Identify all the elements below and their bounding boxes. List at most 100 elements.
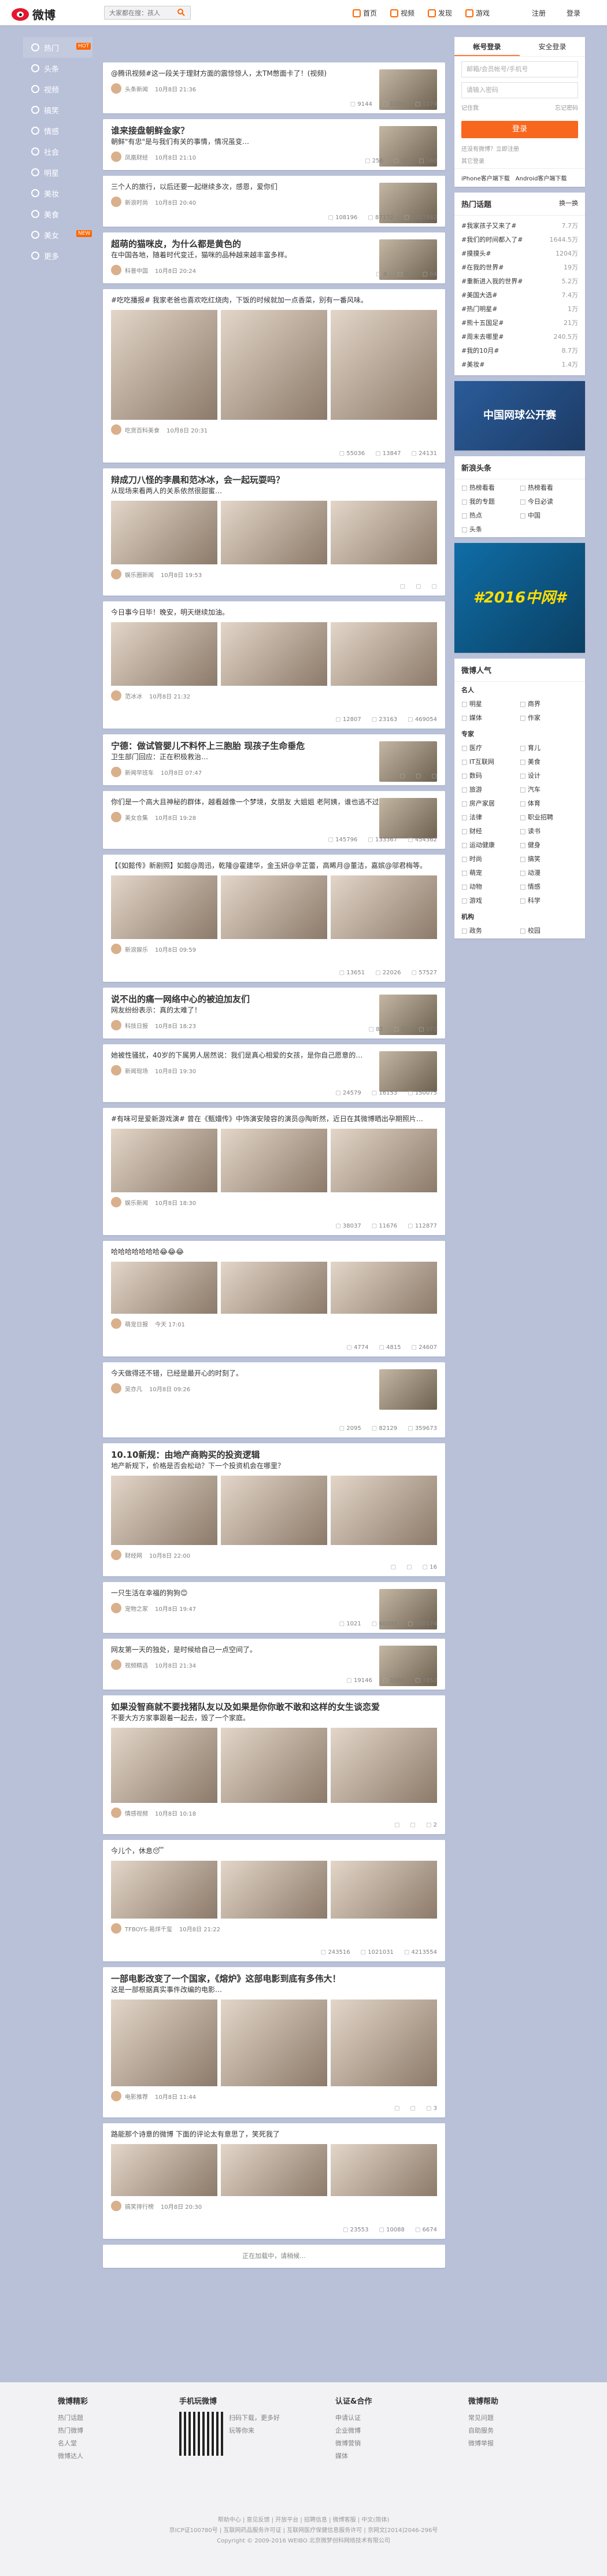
comment-count[interactable]: 60: [394, 158, 409, 164]
category-item[interactable]: 情感: [520, 882, 578, 891]
category-item[interactable]: 萌宠: [461, 868, 520, 877]
nav-video[interactable]: 视频: [390, 8, 414, 18]
feed-card[interactable]: 路能那个诗意的微博 下面的评论太有意思了，笑死我了 搞笑排行榜 10月8日 20:3…: [103, 2123, 445, 2239]
nav-home[interactable]: 首页: [353, 8, 377, 18]
card-image[interactable]: [111, 1728, 217, 1803]
avatar[interactable]: [111, 1020, 121, 1030]
hot-topic-item[interactable]: #我家孩子又来了# 7.7万: [461, 219, 578, 233]
comment-count[interactable]: [410, 2105, 416, 2112]
share-count[interactable]: 145796: [328, 837, 357, 843]
card-image[interactable]: [221, 875, 327, 939]
card-image-row[interactable]: [111, 622, 437, 686]
card-image[interactable]: [331, 1861, 437, 1919]
card-image[interactable]: [111, 2000, 217, 2086]
card-image[interactable]: [331, 310, 437, 420]
category-item[interactable]: 动漫: [520, 868, 578, 877]
like-count[interactable]: 24131: [412, 450, 437, 457]
news-tag[interactable]: 我的专题: [461, 497, 520, 506]
like-count[interactable]: 64: [423, 271, 437, 278]
author-name[interactable]: 娱乐圈新闻: [125, 570, 154, 579]
card-image-row[interactable]: [111, 1476, 437, 1545]
like-count[interactable]: 454362: [408, 837, 437, 843]
category-item[interactable]: 政务: [461, 926, 520, 935]
feed-card[interactable]: 辩成刀八怪的李晨和范冰冰，会一起玩耍吗？ 从现场来看两人的关系依然很甜蜜… 娱乐圈新…: [103, 468, 445, 596]
card-image[interactable]: [111, 1861, 217, 1919]
feed-card[interactable]: 哈哈哈哈哈哈哈😂😂😂 萌宠日报今天 17:01 4774 4815 24607: [103, 1241, 445, 1357]
remember-checkbox[interactable]: 记住我: [461, 103, 479, 112]
nav-game[interactable]: 游戏: [465, 8, 490, 18]
author-name[interactable]: 吃货百科美食: [125, 426, 160, 434]
card-title[interactable]: 如果没智商就不要找猪队友以及如果是你你敢不敢和这样的女生谈恋爱: [111, 1701, 437, 1713]
like-count[interactable]: 371: [419, 1026, 437, 1033]
category-item[interactable]: 科学: [520, 896, 578, 905]
category-item[interactable]: 健身: [520, 840, 578, 849]
like-count[interactable]: 469054: [408, 716, 437, 723]
iphone-download-link[interactable]: iPhone客户端下载: [461, 173, 510, 182]
card-image-row[interactable]: [111, 1129, 437, 1192]
comment-count[interactable]: [406, 1564, 412, 1570]
like-count[interactable]: 6674: [415, 2227, 437, 2233]
comment-count[interactable]: 22026: [375, 970, 401, 976]
nav-discover[interactable]: 发现: [428, 8, 452, 18]
like-count[interactable]: 57527: [412, 970, 437, 976]
footer-link[interactable]: 常见问题: [468, 2412, 498, 2425]
feed-card[interactable]: @腾讯视频#这一段关于理财方面的震惊惊人，太TM憋面卡了！(视频) 头条新闻 10月…: [103, 62, 445, 113]
avatar[interactable]: [111, 690, 121, 701]
category-item[interactable]: 明星: [461, 699, 520, 708]
category-item[interactable]: 房产家居: [461, 799, 520, 808]
feed-card[interactable]: 今天做得还不错，已经是最开心的时刻了。吴亦凡10月8日 09:262095821…: [103, 1362, 445, 1437]
author-name[interactable]: 科技日报: [125, 1021, 148, 1030]
card-title[interactable]: 辩成刀八怪的李晨和范冰冰，会一起玩耍吗？: [111, 474, 437, 486]
share-count[interactable]: 23553: [343, 2227, 369, 2233]
like-count[interactable]: 150075: [408, 1090, 437, 1096]
feed-card[interactable]: 她被性骚扰，40岁的下属男人居然说：我们是真心相爱的女孩，是你自己愿意的… 新闻现…: [103, 1044, 445, 1102]
author-name[interactable]: 娱乐新闻: [125, 1198, 148, 1207]
footer-link[interactable]: 微博达人: [58, 2450, 88, 2463]
feed-card[interactable]: 10.10新规：由地产商购买的投资逻辑 地产新规下，价格是否会松动？下一个投资机会…: [103, 1443, 445, 1576]
card-image[interactable]: [221, 1861, 327, 1919]
avatar[interactable]: [111, 1065, 121, 1076]
card-image-row[interactable]: [111, 2144, 437, 2196]
category-item[interactable]: 媒体: [461, 713, 520, 722]
avatar[interactable]: [111, 197, 121, 207]
hot-topic-item[interactable]: #摸摸头# 1204万: [461, 247, 578, 261]
sidebar-item[interactable]: 美女 NEW: [23, 224, 92, 245]
tab-secure-login[interactable]: 安全登录: [520, 37, 585, 56]
feed-card[interactable]: #有味可是爱新游戏演# 曾在《甄嬛传》中饰演安陵容的演员@陶昕然，近日在其微博晒…: [103, 1108, 445, 1235]
author-name[interactable]: 吴亦凡: [125, 1384, 142, 1393]
forgot-password-link[interactable]: 忘记密码: [555, 103, 578, 112]
like-count[interactable]: 1157562: [404, 215, 437, 221]
card-image-row[interactable]: [111, 875, 437, 939]
feed-card[interactable]: #吃吃播报# 我家老爸也喜欢吃红烧肉，下饭的时候就加一点香菜，别有一番风味。 吃货…: [103, 289, 445, 463]
category-item[interactable]: 体育: [520, 799, 578, 808]
avatar[interactable]: [111, 1923, 121, 1934]
tennis-open-banner[interactable]: 中国网球公开赛: [454, 381, 585, 450]
share-count[interactable]: 12807: [335, 716, 361, 723]
sidebar-item[interactable]: 情感: [23, 120, 92, 141]
category-item[interactable]: 旅游: [461, 785, 520, 794]
avatar[interactable]: [111, 569, 121, 579]
category-item[interactable]: 商界: [520, 699, 578, 708]
like-count[interactable]: 2: [426, 1822, 437, 1828]
author-name[interactable]: 新闻现场: [125, 1066, 148, 1075]
card-image[interactable]: [221, 2144, 327, 2196]
hot-topic-item[interactable]: #周末去哪里# 240.5万: [461, 330, 578, 344]
share-count[interactable]: [400, 773, 405, 779]
card-image[interactable]: [111, 1262, 217, 1314]
avatar[interactable]: [111, 1197, 121, 1207]
china-open-banner[interactable]: #2016中网#: [454, 543, 585, 653]
comment-count[interactable]: [416, 583, 421, 590]
footer-link[interactable]: 企业微博: [335, 2425, 372, 2437]
author-name[interactable]: 搞笑排行榜: [125, 2202, 154, 2211]
login-link[interactable]: 登录: [567, 8, 580, 18]
avatar[interactable]: [111, 812, 121, 822]
feed-card[interactable]: 你们是一个高大且神秘的群体，越看越像一个梦境，女朋友 大姐姐 老阿姨，谁也逃不过…: [103, 791, 445, 849]
comment-count[interactable]: 4815: [379, 1344, 401, 1351]
change-topics-button[interactable]: 换一换: [559, 198, 578, 208]
card-image[interactable]: [111, 310, 217, 420]
sidebar-item[interactable]: 头条: [23, 58, 92, 79]
footer-link[interactable]: 微博举报: [468, 2437, 498, 2450]
author-name[interactable]: 新浪时尚: [125, 198, 148, 206]
hot-topic-item[interactable]: #我的10月# 8.7万: [461, 344, 578, 358]
author-name[interactable]: 情感视频: [125, 1809, 148, 1817]
